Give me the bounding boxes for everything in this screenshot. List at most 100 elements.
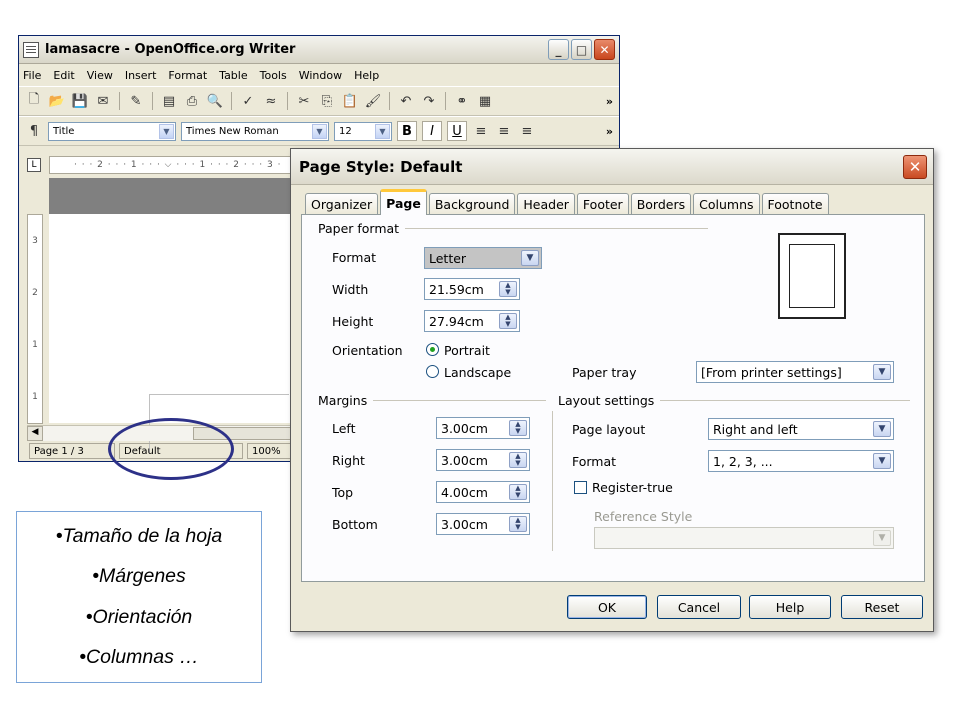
cancel-button[interactable]: Cancel xyxy=(657,595,741,619)
font-size-select[interactable]: 12 ▼ xyxy=(334,121,392,141)
tab-stop-selector[interactable]: L xyxy=(27,158,41,172)
toolbar-overflow-icon[interactable]: » xyxy=(606,95,613,108)
dialog-title: Page Style: Default xyxy=(299,157,463,176)
numbering-format-select[interactable]: 1, 2, 3, ... ▼ xyxy=(708,450,894,472)
tab-background[interactable]: Background xyxy=(428,193,516,215)
landscape-label[interactable]: Landscape xyxy=(444,365,511,380)
font-name-select[interactable]: Times New Roman ▼ xyxy=(181,121,329,141)
menu-table[interactable]: Table xyxy=(219,69,247,82)
dialog-close-button[interactable]: ✕ xyxy=(903,154,927,179)
register-true-checkbox[interactable] xyxy=(574,481,587,494)
spin-buttons-icon[interactable]: ▲ ▼ xyxy=(509,484,527,500)
tab-borders[interactable]: Borders xyxy=(630,193,692,215)
margins-heading: Margins xyxy=(318,393,368,408)
portrait-label[interactable]: Portrait xyxy=(444,343,490,358)
menu-help[interactable]: Help xyxy=(354,69,379,82)
menu-view[interactable]: View xyxy=(87,69,113,82)
autospellcheck-icon[interactable]: ≈ xyxy=(262,92,280,110)
section-separator xyxy=(552,411,553,551)
cut-icon[interactable]: ✂ xyxy=(295,92,313,110)
spin-buttons-icon[interactable]: ▲ ▼ xyxy=(509,516,527,532)
toolbar-overflow-icon[interactable]: » xyxy=(606,125,613,138)
reset-button[interactable]: Reset xyxy=(841,595,923,619)
export-pdf-icon[interactable]: ▤ xyxy=(160,92,178,110)
margin-top-label: Top xyxy=(332,485,354,500)
portrait-radio[interactable] xyxy=(426,343,439,356)
document-icon xyxy=(23,41,39,58)
note-item: •Tamaño de la hoja xyxy=(55,524,223,547)
menu-file[interactable]: File xyxy=(23,69,41,82)
menu-edit[interactable]: Edit xyxy=(53,69,74,82)
copy-icon[interactable]: ⎘ xyxy=(318,92,336,110)
paragraph-style-select[interactable]: Title ▼ xyxy=(48,121,176,141)
styles-formatting-icon[interactable]: ¶ xyxy=(25,122,43,140)
clone-formatting-icon[interactable]: 🖌 xyxy=(364,92,382,110)
tab-organizer[interactable]: Organizer xyxy=(305,193,379,215)
email-icon[interactable]: ✉ xyxy=(94,92,112,110)
numbering-format-label: Format xyxy=(572,454,617,469)
writer-close-button[interactable]: ✕ xyxy=(594,39,615,60)
ok-button[interactable]: OK xyxy=(567,595,647,619)
toolbar-separator xyxy=(152,92,153,110)
table-icon[interactable]: ▦ xyxy=(476,92,494,110)
margins-section: Margins xyxy=(318,393,546,408)
print-icon[interactable]: ⎙ xyxy=(183,92,201,110)
new-document-icon[interactable]: 🗋 xyxy=(25,92,43,110)
tab-page[interactable]: Page xyxy=(380,189,427,215)
bold-button[interactable]: B xyxy=(397,121,417,141)
width-value: 21.59cm xyxy=(429,281,484,297)
hyperlink-icon[interactable]: ⚭ xyxy=(453,92,471,110)
width-field[interactable]: 21.59cm ▲ ▼ xyxy=(424,278,520,300)
margin-right-label: Right xyxy=(332,453,365,468)
paper-format-select[interactable]: Letter ▼ xyxy=(424,247,542,269)
register-true-label[interactable]: Register-true xyxy=(592,480,673,495)
edit-file-icon[interactable]: ✎ xyxy=(127,92,145,110)
height-field[interactable]: 27.94cm ▲ ▼ xyxy=(424,310,520,332)
align-right-icon[interactable]: ≡ xyxy=(518,122,536,140)
vertical-ruler: 3 2 1 1 xyxy=(27,214,43,424)
tab-footer[interactable]: Footer xyxy=(576,193,629,215)
italic-button[interactable]: I xyxy=(422,121,442,141)
margin-bottom-field[interactable]: 3.00cm ▲ ▼ xyxy=(436,513,530,535)
minimize-button[interactable]: _ xyxy=(548,39,569,60)
chevron-down-icon: ▼ xyxy=(873,530,891,546)
maximize-button[interactable]: □ xyxy=(571,39,592,60)
tab-columns[interactable]: Columns xyxy=(693,193,760,215)
save-icon[interactable]: 💾 xyxy=(71,92,89,110)
paste-icon[interactable]: 📋 xyxy=(341,92,359,110)
paper-format-value: Letter xyxy=(429,250,467,266)
page-preview-icon[interactable]: 🔍 xyxy=(206,92,224,110)
spin-buttons-icon[interactable]: ▲ ▼ xyxy=(499,281,517,297)
spin-buttons-icon[interactable]: ▲ ▼ xyxy=(509,452,527,468)
menu-window[interactable]: Window xyxy=(299,69,342,82)
spin-buttons-icon[interactable]: ▲ ▼ xyxy=(509,420,527,436)
paper-tray-select[interactable]: [From printer settings] ▼ xyxy=(696,361,894,383)
menu-insert[interactable]: Insert xyxy=(125,69,157,82)
reference-style-select: ▼ xyxy=(594,527,894,549)
status-page: Page 1 / 3 xyxy=(29,443,115,459)
margin-right-field[interactable]: 3.00cm ▲ ▼ xyxy=(436,449,530,471)
tab-footnote[interactable]: Footnote xyxy=(761,193,829,215)
notes-box: •Tamaño de la hoja •Márgenes •Orientació… xyxy=(16,511,262,683)
redo-icon[interactable]: ↷ xyxy=(420,92,438,110)
page-layout-select[interactable]: Right and left ▼ xyxy=(708,418,894,440)
scroll-left-icon[interactable]: ◀ xyxy=(27,426,43,441)
undo-icon[interactable]: ↶ xyxy=(397,92,415,110)
align-left-icon[interactable]: ≡ xyxy=(472,122,490,140)
menu-bar: File Edit View Insert Format Table Tools… xyxy=(19,64,619,86)
underline-button[interactable]: U xyxy=(447,121,467,141)
align-center-icon[interactable]: ≡ xyxy=(495,122,513,140)
spin-buttons-icon[interactable]: ▲ ▼ xyxy=(499,313,517,329)
menu-format[interactable]: Format xyxy=(168,69,207,82)
menu-tools[interactable]: Tools xyxy=(260,69,287,82)
help-button[interactable]: Help xyxy=(749,595,831,619)
writer-title: lamasacre - OpenOffice.org Writer xyxy=(45,42,296,57)
open-folder-icon[interactable]: 📂 xyxy=(48,92,66,110)
margin-top-field[interactable]: 4.00cm ▲ ▼ xyxy=(436,481,530,503)
margin-left-field[interactable]: 3.00cm ▲ ▼ xyxy=(436,417,530,439)
vruler-mark: 2 xyxy=(32,288,38,298)
status-zoom[interactable]: 100% xyxy=(247,443,293,459)
landscape-radio[interactable] xyxy=(426,365,439,378)
tab-header[interactable]: Header xyxy=(517,193,575,215)
spellcheck-icon[interactable]: ✓ xyxy=(239,92,257,110)
